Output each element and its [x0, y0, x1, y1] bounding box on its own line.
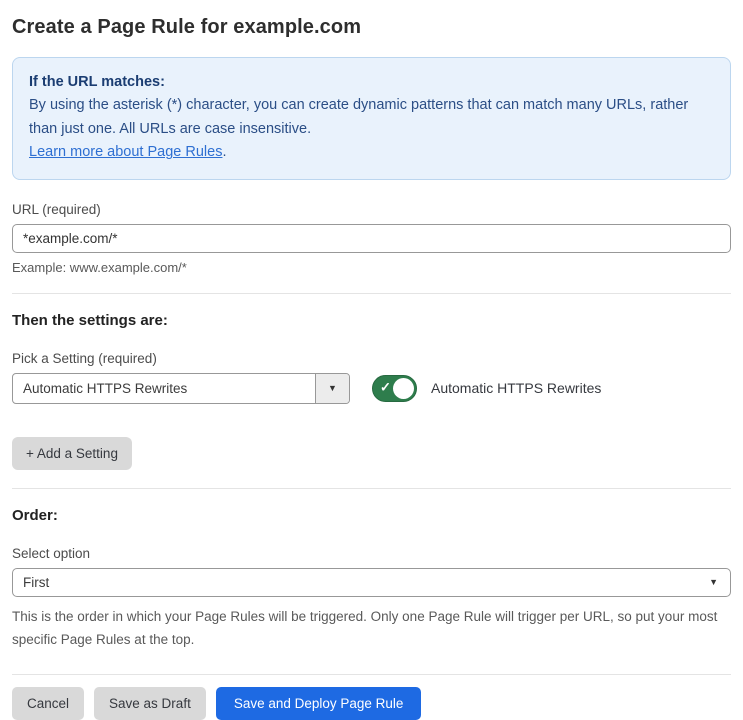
url-input[interactable]	[12, 223, 731, 253]
toggle-label: Automatic HTTPS Rewrites	[431, 380, 602, 397]
save-and-deploy-button[interactable]: Save and Deploy Page Rule	[215, 687, 422, 720]
info-box-link-line: Learn more about Page Rules.	[29, 141, 714, 164]
cancel-button[interactable]: Cancel	[12, 687, 85, 720]
order-section-heading: Order:	[12, 506, 58, 524]
setting-dropdown-value: Automatic HTTPS Rewrites	[23, 380, 188, 396]
setting-picker-row: Automatic HTTPS Rewrites ▼ ✓ Automatic H…	[12, 372, 731, 404]
url-field-label: URL (required)	[12, 201, 101, 217]
setting-dropdown[interactable]: Automatic HTTPS Rewrites ▼	[12, 372, 350, 404]
info-box-heading: If the URL matches:	[29, 74, 165, 90]
setting-picker-label: Pick a Setting (required)	[12, 350, 157, 366]
order-help-text: This is the order in which your Page Rul…	[12, 608, 718, 647]
setting-toggle-group: ✓ Automatic HTTPS Rewrites	[372, 374, 602, 402]
toggle-knob	[393, 377, 414, 399]
chevron-down-icon: ▼	[328, 383, 337, 394]
footer-actions: Cancel Save as Draft Save and Deploy Pag…	[12, 687, 731, 720]
check-icon: ✓	[380, 380, 391, 396]
divider	[12, 487, 731, 489]
order-select[interactable]: First ▼	[12, 567, 731, 597]
link-suffix: .	[222, 144, 227, 161]
https-rewrites-toggle[interactable]: ✓	[372, 374, 417, 402]
divider	[12, 292, 731, 294]
divider	[12, 674, 731, 676]
info-box-body: By using the asterisk (*) character, you…	[29, 97, 689, 137]
add-setting-button[interactable]: + Add a Setting	[12, 436, 132, 470]
setting-dropdown-arrow-button[interactable]: ▼	[315, 373, 349, 403]
order-select-value: First	[23, 574, 50, 590]
chevron-down-icon: ▼	[709, 577, 718, 588]
save-as-draft-button[interactable]: Save as Draft	[94, 687, 206, 720]
url-field-hint: Example: www.example.com/*	[12, 259, 187, 275]
settings-section-heading: Then the settings are:	[12, 311, 168, 329]
learn-more-link[interactable]: Learn more about Page Rules	[29, 144, 222, 160]
page-rule-form: Create a Page Rule for example.com If th…	[0, 0, 743, 720]
order-select-label: Select option	[12, 545, 91, 561]
page-title: Create a Page Rule for example.com	[12, 16, 362, 38]
url-match-info-box: If the URL matches: By using the asteris…	[12, 57, 731, 180]
